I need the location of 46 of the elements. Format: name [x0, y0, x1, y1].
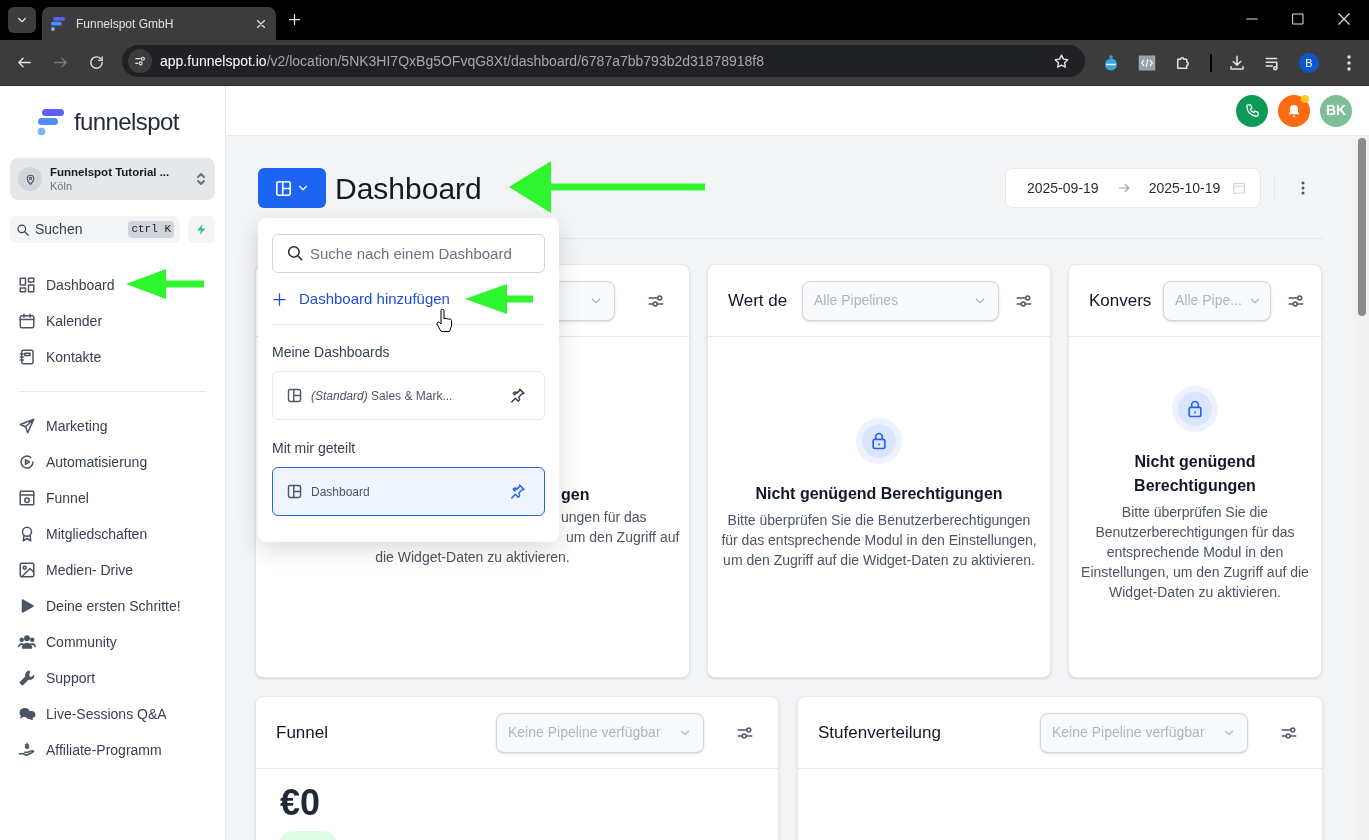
- location-city: Köln: [50, 179, 74, 193]
- nav-item[interactable]: Automatisierung: [0, 444, 225, 480]
- widget-title: Wert de: [728, 289, 789, 312]
- nav-item[interactable]: Kalender: [0, 303, 225, 339]
- nav-item[interactable]: Mitgliedschaften: [0, 516, 225, 552]
- section-heading: Mit mir geteilt: [272, 439, 357, 458]
- nav-item[interactable]: Funnel: [0, 480, 225, 516]
- url-text: app.funnelspot.io/v2/location/5NK3HI7QxBg5OFvqG8Xt/dashboard/6787a7bb793b2d31878918f8: [160, 51, 765, 71]
- permission-message: um den Zugriff auf: [565, 528, 681, 547]
- nav-item[interactable]: Support: [0, 660, 225, 696]
- page-title: Dashboard: [335, 170, 482, 207]
- funnel-value: €0: [280, 783, 322, 823]
- nav-item[interactable]: Community: [0, 624, 225, 660]
- location-name: Funnelspot Tutorial ...: [50, 165, 171, 179]
- date-range-picker[interactable]: 2025-09-19 2025-10-19: [1005, 168, 1261, 208]
- add-dashboard-link[interactable]: Dashboard hinzufügen: [272, 288, 450, 310]
- permission-heading: Nicht genügend Berechtigungen: [755, 484, 1003, 504]
- dashboard-item[interactable]: (Standard) Sales & Mark...: [272, 371, 545, 420]
- shortcut-key: ctrl K: [128, 221, 174, 238]
- permission-message: ungen für das: [561, 508, 648, 527]
- permission-message: Bitte überprüfen Sie die Benutzerberechtigungen für das entsprechende Modul in den Einstellungen, um den Zugriff auf die Widget-Daten zu aktivieren.: [720, 511, 1038, 570]
- section-heading: Meine Dashboards: [272, 343, 391, 362]
- nav-item[interactable]: Deine ersten Schritte!: [0, 588, 225, 624]
- permission-heading: Nicht genügend Berechtigungen: [1133, 452, 1257, 496]
- widget-title: Konvers: [1089, 289, 1153, 312]
- search-field[interactable]: Suchen ctrl K: [10, 216, 180, 243]
- nav-item[interactable]: Dashboard: [0, 267, 225, 303]
- nav-item[interactable]: Affiliate-Programm: [0, 732, 225, 768]
- tab-title: Funnelspot GmbH: [76, 15, 175, 33]
- permission-message: Bitte überprüfen Sie die Benutzerberechtigungen für das entsprechende Modul in den Einstellungen, um den Zugriff auf die Widget-Daten zu aktivieren.: [1080, 503, 1310, 602]
- dashboard-search-field[interactable]: Suche nach einem Dashboard: [272, 234, 545, 273]
- dashboard-item[interactable]: Dashboard: [272, 467, 545, 516]
- logo-text: funnelspot: [74, 107, 179, 137]
- permission-message: die Widget-Daten zu aktivieren.: [374, 548, 571, 567]
- nav-item[interactable]: Medien- Drive: [0, 552, 225, 588]
- widget-title: Funnel: [276, 721, 329, 744]
- widget-title: Stufenverteilung: [818, 721, 942, 744]
- browser-tab[interactable]: Funnelspot GmbH: [42, 7, 276, 40]
- search-placeholder: Suchen: [35, 220, 84, 239]
- location-switcher[interactable]: Funnelspot Tutorial ... Köln: [10, 158, 215, 200]
- profile-avatar[interactable]: B: [1299, 53, 1319, 73]
- address-bar[interactable]: app.funnelspot.io/v2/location/5NK3HI7QxBg5OFvqG8Xt/dashboard/6787a7bb793b2d31878918f8: [122, 45, 1085, 77]
- nav-item[interactable]: Kontakte: [0, 339, 225, 375]
- nav-item[interactable]: Marketing: [0, 408, 225, 444]
- permission-heading: gen: [561, 485, 591, 505]
- nav-item[interactable]: Live-Sessions Q&A: [0, 696, 225, 732]
